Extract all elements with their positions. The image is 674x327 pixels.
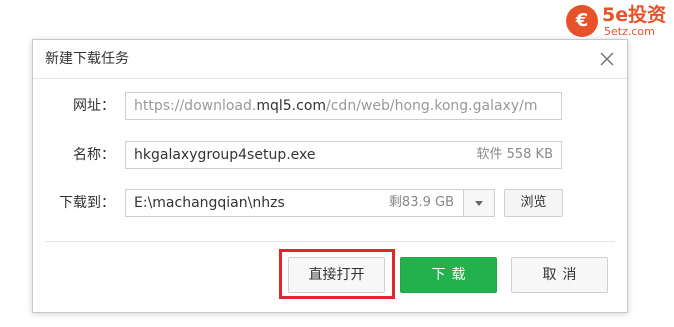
highlight-box (279, 249, 395, 299)
watermark-site: 5etz.com (604, 25, 655, 38)
name-label: 名称： (73, 147, 115, 163)
url-label: 网址： (73, 98, 115, 114)
cancel-button[interactable]: 取消 (511, 257, 608, 293)
close-button[interactable] (597, 49, 617, 69)
file-type-size: 软件 558 KB (476, 147, 553, 162)
page: € 5e投资 5etz.com 新建下载任务 网址： https://downl… (0, 0, 674, 327)
url-field[interactable]: https://download.mql5.com/cdn/web/hong.k… (125, 92, 562, 120)
url-domain: mql5.com (256, 98, 327, 114)
logo-icon: € (566, 5, 598, 37)
download-button[interactable]: 下载 (400, 257, 497, 293)
footer-divider (45, 241, 615, 242)
watermark-logo: € 5e投资 5etz.com (566, 4, 670, 40)
filename-field[interactable]: hkgalaxygroup4setup.exe 软件 558 KB (125, 141, 562, 169)
url-prefix: https://download. (134, 98, 257, 114)
save-path-value: E:\machangqian\nhzs (134, 195, 285, 211)
close-icon (600, 52, 614, 66)
url-suffix: /cdn/web/hong.kong.galaxy/m (326, 98, 538, 114)
browse-button[interactable]: 浏览 (504, 189, 563, 217)
filename-value: hkgalaxygroup4setup.exe (134, 147, 316, 163)
free-space: 剩83.9 GB (388, 195, 454, 210)
new-download-dialog: 新建下载任务 网址： https://download.mql5.com/cdn… (32, 39, 628, 313)
watermark-brand: 5e投资 (602, 4, 667, 26)
path-dropdown-button[interactable] (463, 190, 494, 216)
dialog-title: 新建下载任务 (45, 51, 129, 67)
dialog-header: 新建下载任务 (33, 40, 627, 79)
save-path-field[interactable]: E:\machangqian\nhzs 剩83.9 GB (125, 189, 495, 217)
save-path-label: 下载到： (59, 195, 115, 211)
